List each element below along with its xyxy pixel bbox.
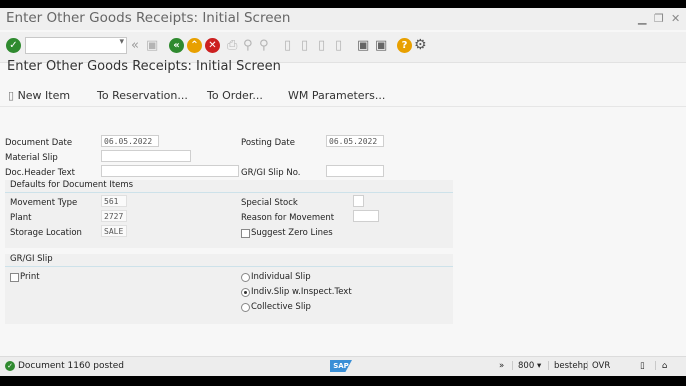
status-divider: | bbox=[547, 361, 550, 371]
session-icon[interactable]: ▯ bbox=[640, 361, 645, 371]
restore-icon[interactable]: ❐ bbox=[654, 12, 664, 25]
suggest-zero-lines-label: Suggest Zero Lines bbox=[251, 228, 333, 238]
new-session-icon[interactable]: ▣ bbox=[357, 38, 369, 53]
lock-icon[interactable]: ⌂ bbox=[662, 361, 667, 371]
new-item-label: New Item bbox=[17, 89, 71, 102]
individual-slip-radio[interactable] bbox=[241, 273, 250, 282]
success-icon: ✓ bbox=[5, 361, 15, 371]
gr-gi-slip-group-title: GR/GI Slip bbox=[10, 254, 53, 264]
title-bar: Enter Other Goods Receipts: Initial Scre… bbox=[0, 8, 686, 30]
back-icon[interactable]: « bbox=[169, 38, 184, 53]
wm-parameters-button[interactable]: WM Parameters... bbox=[288, 89, 385, 102]
sap-logo: SAP bbox=[330, 360, 352, 372]
plant-field[interactable]: 2727 bbox=[101, 210, 127, 222]
doc-header-text-label: Doc.Header Text bbox=[5, 168, 75, 178]
to-reservation-button[interactable]: To Reservation... bbox=[97, 89, 188, 102]
application-toolbar: ▯ New Item To Reservation... To Order...… bbox=[0, 84, 686, 107]
posting-date-label: Posting Date bbox=[241, 138, 295, 148]
print-checkbox[interactable] bbox=[10, 273, 19, 282]
gr-gi-slip-no-label: GR/GI Slip No. bbox=[241, 168, 301, 178]
document-date-label: Document Date bbox=[5, 138, 73, 148]
status-bar: ✓ Document 1160 posted SAP » | 800 ▾ | b… bbox=[0, 356, 686, 376]
collective-slip-radio[interactable] bbox=[241, 303, 250, 312]
first-page-icon: ▯ bbox=[284, 38, 292, 53]
command-field[interactable]: ▾ bbox=[25, 37, 127, 54]
collective-slip-label: Collective Slip bbox=[251, 302, 311, 312]
next-page-icon: ▯ bbox=[318, 38, 326, 53]
doc-header-text-field[interactable] bbox=[101, 165, 239, 177]
special-stock-label: Special Stock bbox=[241, 198, 298, 208]
gr-gi-slip-group-header: GR/GI Slip bbox=[5, 254, 453, 267]
save-icon: ▣ bbox=[146, 38, 159, 53]
gr-gi-slip-group: GR/GI Slip Print Individual Slip Indiv.S… bbox=[5, 254, 453, 324]
find-icon: ⚲ bbox=[243, 38, 253, 53]
input-mode[interactable]: OVR bbox=[592, 361, 610, 371]
to-order-button[interactable]: To Order... bbox=[207, 89, 263, 102]
posting-date-field[interactable]: 06.05.2022 bbox=[326, 135, 384, 147]
indiv-slip-inspect-text-label: Indiv.Slip w.Inspect.Text bbox=[251, 287, 352, 297]
reason-for-movement-field[interactable] bbox=[353, 210, 379, 222]
indiv-slip-inspect-text-radio[interactable] bbox=[241, 288, 250, 297]
system-dropdown-icon[interactable]: ▾ bbox=[537, 361, 541, 371]
status-divider: | bbox=[654, 361, 657, 371]
previous-page-icon: ▯ bbox=[301, 38, 309, 53]
chevron-down-icon[interactable]: ▾ bbox=[119, 37, 124, 47]
minimize-icon[interactable]: ▁ bbox=[638, 12, 646, 25]
print-icon: ⎙ bbox=[227, 38, 238, 53]
sap-window: Enter Other Goods Receipts: Initial Scre… bbox=[0, 8, 686, 376]
status-divider: | bbox=[586, 361, 589, 371]
settings-icon[interactable]: ⚙ bbox=[414, 38, 427, 53]
screen-title: Enter Other Goods Receipts: Initial Scre… bbox=[7, 59, 281, 74]
print-label: Print bbox=[20, 272, 40, 282]
expand-status-icon[interactable]: » bbox=[499, 361, 504, 371]
movement-type-label: Movement Type bbox=[10, 198, 78, 208]
server-value: bestehp bbox=[554, 361, 589, 371]
special-stock-field[interactable] bbox=[353, 195, 364, 207]
defaults-group-header: Defaults for Document Items bbox=[5, 180, 453, 193]
client-value: 800 bbox=[518, 361, 535, 371]
help-icon[interactable]: ? bbox=[397, 38, 412, 53]
find-next-icon: ⚲ bbox=[259, 38, 269, 53]
plant-label: Plant bbox=[10, 213, 32, 223]
window-title: Enter Other Goods Receipts: Initial Scre… bbox=[6, 10, 291, 26]
defaults-group: Defaults for Document Items Movement Typ… bbox=[5, 180, 453, 248]
exit-icon[interactable]: ⌃ bbox=[187, 38, 202, 53]
reason-for-movement-label: Reason for Movement bbox=[241, 213, 335, 223]
collapse-icon[interactable]: « bbox=[131, 38, 139, 53]
status-divider: | bbox=[511, 361, 514, 371]
document-date-field[interactable]: 06.05.2022 bbox=[101, 135, 159, 147]
suggest-zero-lines-checkbox[interactable] bbox=[241, 229, 250, 238]
last-page-icon: ▯ bbox=[335, 38, 343, 53]
status-message[interactable]: Document 1160 posted bbox=[18, 361, 124, 371]
movement-type-field[interactable]: 561 bbox=[101, 195, 127, 207]
enter-icon[interactable]: ✓ bbox=[6, 38, 21, 53]
storage-location-label: Storage Location bbox=[10, 228, 82, 238]
new-item-button[interactable]: ▯ New Item bbox=[8, 89, 70, 102]
gr-gi-slip-no-field[interactable] bbox=[326, 165, 384, 177]
close-window-icon[interactable]: ✕ bbox=[671, 12, 680, 25]
cancel-icon[interactable]: ✕ bbox=[205, 38, 220, 53]
storage-location-field[interactable]: SALE bbox=[101, 225, 127, 237]
shortcut-icon[interactable]: ▣ bbox=[375, 38, 387, 53]
material-slip-label: Material Slip bbox=[5, 153, 58, 163]
individual-slip-label: Individual Slip bbox=[251, 272, 311, 282]
document-icon: ▯ bbox=[8, 89, 15, 102]
defaults-group-title: Defaults for Document Items bbox=[10, 180, 134, 190]
material-slip-field[interactable] bbox=[101, 150, 191, 162]
